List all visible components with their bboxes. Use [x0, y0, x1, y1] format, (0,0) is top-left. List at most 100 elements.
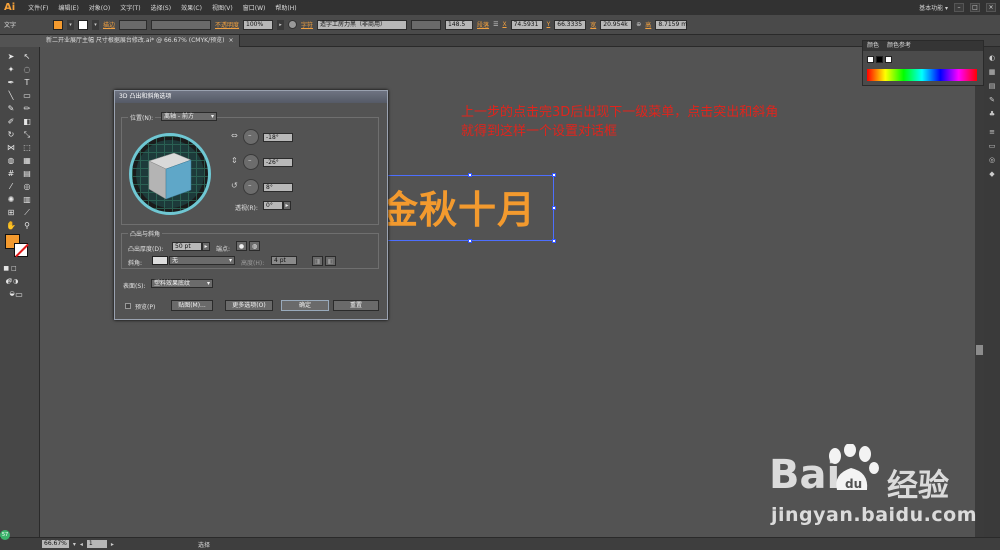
bevel-dropdown[interactable]: 无 [169, 256, 235, 265]
document-tab[interactable]: 新二开业展厅主幅 尺寸根据展台修改.ai* @ 66.67% (CMYK/预览)… [40, 35, 241, 47]
tab-color-guide[interactable]: 颜色参考 [887, 41, 911, 51]
stroke-swatch[interactable] [14, 243, 28, 257]
scale-tool-icon[interactable]: ⤡ [20, 129, 34, 141]
screen-mode-icon[interactable]: ▭ [12, 289, 26, 301]
handle-bottom-center[interactable] [468, 239, 472, 243]
bevel-out-button[interactable]: ◨ [312, 256, 323, 266]
zoom-tool-icon[interactable]: ⚲ [20, 220, 34, 232]
zoom-dropdown-icon[interactable]: ▾ [73, 541, 76, 548]
tab-color[interactable]: 颜色 [867, 41, 879, 51]
shape-builder-tool-icon[interactable]: ◍ [4, 155, 18, 167]
map-art-button[interactable]: 贴图(M)... [171, 300, 213, 311]
handle-middle-right[interactable] [552, 206, 556, 210]
dialog-title[interactable]: 3D 凸出和斜角选项 [115, 91, 387, 103]
column-graph-tool-icon[interactable]: ▥ [20, 194, 34, 206]
font-size-field[interactable]: 148.5 [445, 19, 474, 30]
color-spectrum[interactable] [867, 69, 977, 81]
rotate-x-knob[interactable] [243, 129, 259, 145]
menu-help[interactable]: 帮助(H) [270, 3, 301, 12]
x-field[interactable]: 74.5931 [510, 19, 543, 30]
opacity-field[interactable]: 100% [243, 19, 274, 30]
pen-tool-icon[interactable]: ✒ [4, 77, 18, 89]
menu-file[interactable]: 文件(F) [23, 3, 53, 12]
rotate-y-knob[interactable] [243, 154, 259, 170]
fill-color-swatch[interactable] [53, 19, 63, 30]
height-field[interactable]: 8.7159 m [655, 19, 688, 30]
free-transform-tool-icon[interactable]: ⬚ [20, 142, 34, 154]
cap-on-button[interactable]: ● [236, 241, 247, 251]
position-dropdown[interactable]: 离轴 - 前方 [161, 112, 217, 121]
rectangle-tool-icon[interactable]: ▭ [20, 90, 34, 102]
artboard-prev-icon[interactable]: ◂ [80, 541, 83, 548]
gradient-tool-icon[interactable]: ▤ [20, 168, 34, 180]
stroke-color-swatch[interactable] [78, 19, 88, 30]
color-mode-icon[interactable]: ■ □ ⊘ [3, 263, 17, 284]
mesh-tool-icon[interactable]: # [4, 168, 18, 180]
magic-wand-tool-icon[interactable]: ✦ [4, 64, 18, 76]
surface-dropdown[interactable]: 塑料效果底纹 [151, 279, 213, 288]
artboard-tool-icon[interactable]: ⊞ [4, 207, 18, 219]
char-label[interactable]: 字符 [301, 20, 313, 29]
color-panel-icon[interactable]: ◐ [987, 53, 997, 63]
lasso-tool-icon[interactable]: ◌ [20, 64, 34, 76]
ok-button[interactable]: 确定 [281, 300, 329, 311]
blob-brush-tool-icon[interactable]: ✐ [4, 116, 18, 128]
menu-select[interactable]: 选择(S) [146, 3, 177, 12]
appearance-icon[interactable]: ◎ [987, 155, 997, 165]
menu-effect[interactable]: 效果(C) [176, 3, 207, 12]
perspective-grid-tool-icon[interactable]: ▦ [20, 155, 34, 167]
selection-tool-icon[interactable]: ➤ [4, 51, 18, 63]
direct-selection-tool-icon[interactable]: ↖ [20, 51, 34, 63]
color-guide-icon[interactable]: ▦ [987, 67, 997, 77]
brushes-icon[interactable]: ✎ [987, 95, 997, 105]
reset-button[interactable]: 重置 [333, 300, 379, 311]
workspace-switcher[interactable]: 基本功能 ▾ [919, 3, 948, 12]
white-chip[interactable] [885, 56, 892, 63]
menu-window[interactable]: 窗口(W) [238, 3, 271, 12]
menu-type[interactable]: 文字(T) [115, 3, 145, 12]
symbol-sprayer-tool-icon[interactable]: ✺ [4, 194, 18, 206]
close-tab-icon[interactable]: × [228, 35, 233, 47]
font-family-field[interactable]: 造字工房力黑（非商用） [317, 19, 408, 30]
hand-tool-icon[interactable]: ✋ [4, 220, 18, 232]
symbols-icon[interactable]: ♣ [987, 109, 997, 119]
maximize-button[interactable]: □ [970, 3, 980, 12]
pencil-tool-icon[interactable]: ✏ [20, 103, 34, 115]
bevel-in-button[interactable]: ◧ [325, 256, 336, 266]
font-style-field[interactable] [411, 19, 442, 30]
more-options-button[interactable]: 更多选项(O) [225, 300, 273, 311]
stroke-label[interactable]: 描边 [103, 20, 115, 29]
artboard-next-icon[interactable]: ▸ [111, 541, 114, 548]
opacity-dropdown[interactable]: ▸ [277, 19, 285, 30]
variable-width-field[interactable] [151, 19, 212, 30]
eraser-tool-icon[interactable]: ◧ [20, 116, 34, 128]
menu-object[interactable]: 对象(O) [84, 3, 115, 12]
rotate-x-field[interactable]: -18° [263, 133, 293, 142]
rotate-z-field[interactable]: 8° [263, 183, 293, 192]
close-window-button[interactable]: × [986, 3, 996, 12]
menu-view[interactable]: 视图(V) [207, 3, 238, 12]
perspective-stepper[interactable]: ▸ [283, 201, 291, 210]
selected-text-object[interactable]: 金秋十月 [380, 173, 556, 243]
y-field[interactable]: 66.3335 [554, 19, 587, 30]
opacity-label[interactable]: 不透明度 [215, 20, 239, 29]
rotate-y-field[interactable]: -26° [263, 158, 293, 167]
align-icon[interactable]: ☰ [493, 21, 498, 28]
line-tool-icon[interactable]: ╲ [4, 90, 18, 102]
width-tool-icon[interactable]: ⋈ [4, 142, 18, 154]
preview-checkbox[interactable] [125, 303, 131, 309]
stroke-weight-field[interactable] [119, 19, 148, 30]
fill-dropdown[interactable]: ▾ [67, 19, 74, 30]
stroke-icon[interactable]: ≡ [987, 127, 997, 137]
handle-top-right[interactable] [552, 173, 556, 177]
extrude-depth-stepper[interactable]: ▸ [202, 242, 210, 251]
slice-tool-icon[interactable]: ⟋ [20, 207, 34, 219]
stroke-dropdown[interactable]: ▾ [92, 19, 99, 30]
black-chip[interactable] [876, 56, 883, 63]
cap-off-button[interactable]: ◍ [249, 241, 260, 251]
menu-edit[interactable]: 编辑(E) [53, 3, 83, 12]
gradient-icon[interactable]: ▭ [987, 141, 997, 151]
scrollbar-thumb[interactable] [976, 345, 983, 355]
extrude-depth-field[interactable]: 50 pt [172, 242, 202, 251]
perspective-field[interactable]: 0° [263, 201, 283, 210]
